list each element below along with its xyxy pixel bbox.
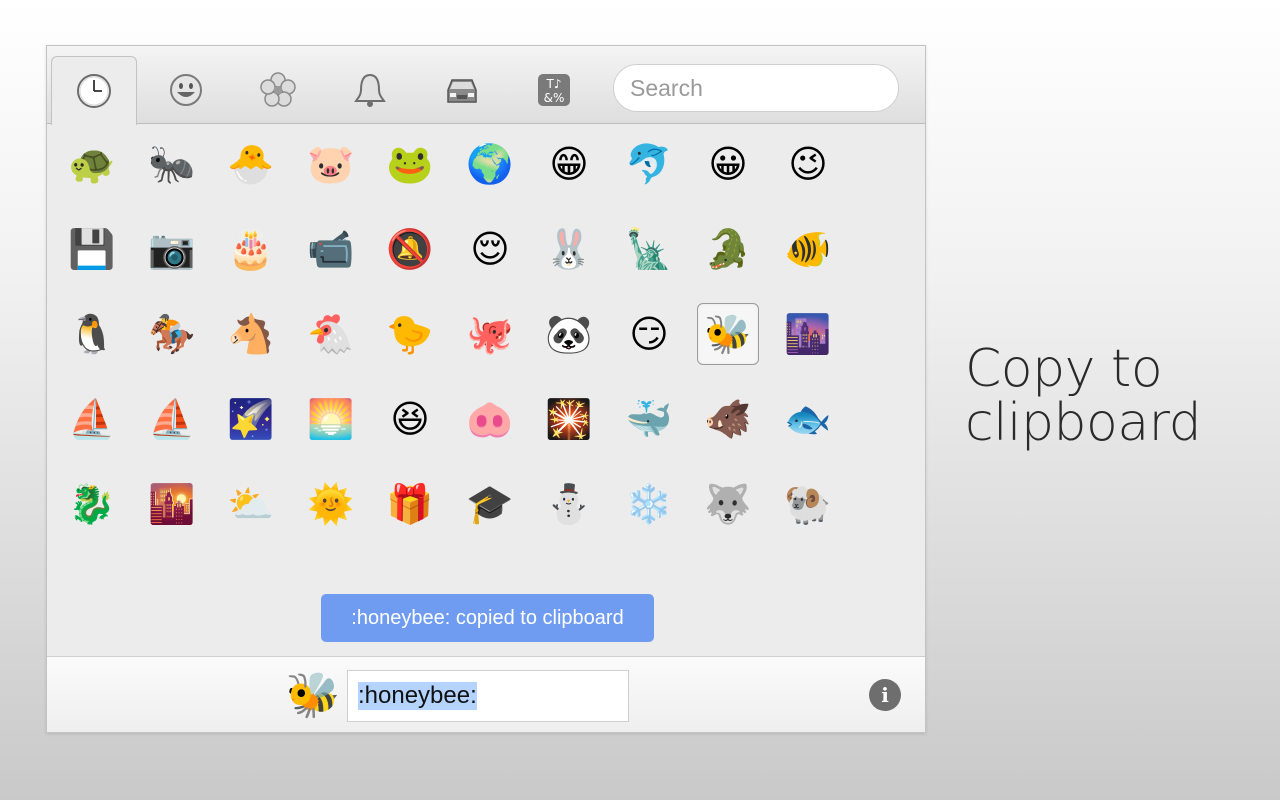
- emoji-cell[interactable]: 😆: [379, 388, 441, 450]
- emoji-cell[interactable]: 😏: [618, 303, 680, 365]
- emoji-cell[interactable]: 🎓: [459, 473, 521, 535]
- emoji-cell[interactable]: 😀: [697, 133, 759, 195]
- emoji-cell[interactable]: 😁: [538, 133, 600, 195]
- tab-objects[interactable]: [327, 56, 413, 124]
- emoji-cell[interactable]: 🐤: [379, 303, 441, 365]
- emoji-cell[interactable]: 🌍: [459, 133, 521, 195]
- emoji-cell[interactable]: 🐣: [220, 133, 282, 195]
- emoji-picker-window: T♪ &% 🐢 🐜 🐣 🐷 🐸 🌍 😁 🐬 😀 😉 💾 📷 🎂 📹 🔕 😌 🐰 🗽 🐊 🐠 🐧 🏇 🐴 🐔 🐤 🐙 🐼 😏 🐝 🌆 ⛵ ⛵ 🌠 🌅…: [46, 45, 926, 733]
- caption-line-2: clipboard: [965, 393, 1202, 453]
- emoji-cell[interactable]: 🐳: [618, 388, 680, 450]
- emoji-cell[interactable]: 🐏: [777, 473, 839, 535]
- symbols-icon: T♪ &%: [538, 74, 570, 106]
- emoji-cell[interactable]: 🐝: [697, 303, 759, 365]
- emoji-cell[interactable]: 😌: [459, 218, 521, 280]
- emoji-cell[interactable]: ⛅: [220, 473, 282, 535]
- emoji-grid: 🐢 🐜 🐣 🐷 🐸 🌍 😁 🐬 😀 😉 💾 📷 🎂 📹 🔕 😌 🐰 🗽 🐊 🐠 🐧 🏇 🐴 🐔 🐤 🐙 🐼 😏 🐝 🌆 ⛵ ⛵ 🌠 🌅 😆 🐽 🎇 🐳 🐗 🐟…: [47, 124, 925, 656]
- category-tab-bar: T♪ &%: [47, 46, 925, 125]
- emoji-cell[interactable]: ⛄: [538, 473, 600, 535]
- emoji-cell[interactable]: 🐔: [300, 303, 362, 365]
- car-icon: [447, 79, 477, 103]
- emoji-cell[interactable]: 🌆: [777, 303, 839, 365]
- emoji-cell[interactable]: 🎇: [538, 388, 600, 450]
- emoji-cell[interactable]: 🐽: [459, 388, 521, 450]
- emoji-cell[interactable]: 🌠: [220, 388, 282, 450]
- symbols-icon-bottom: &%: [544, 91, 565, 105]
- emoji-cell[interactable]: 🐢: [61, 133, 123, 195]
- emoji-cell[interactable]: 🐟: [777, 388, 839, 450]
- emoji-cell[interactable]: 😉: [777, 133, 839, 195]
- emoji-cell[interactable]: ⛵: [61, 388, 123, 450]
- emoji-cell[interactable]: 🐬: [618, 133, 680, 195]
- emoji-cell[interactable]: 🐸: [379, 133, 441, 195]
- smiley-icon: [170, 74, 202, 106]
- emoji-cell[interactable]: 🐺: [697, 473, 759, 535]
- emoji-cell[interactable]: ❄️: [618, 473, 680, 535]
- bell-icon: [354, 73, 386, 107]
- symbols-icon-top: T♪: [546, 77, 562, 91]
- emoji-cell[interactable]: 💾: [61, 218, 123, 280]
- tab-places[interactable]: [419, 56, 505, 124]
- flower-icon: [260, 72, 296, 107]
- emoji-cell[interactable]: 🐴: [220, 303, 282, 365]
- tab-people[interactable]: [143, 56, 229, 124]
- tab-symbols[interactable]: T♪ &%: [511, 56, 597, 124]
- caption-line-1: Copy to: [965, 339, 1163, 399]
- emoji-cell[interactable]: 🐠: [777, 218, 839, 280]
- tab-nature[interactable]: [235, 56, 321, 124]
- emoji-cell[interactable]: 📷: [141, 218, 203, 280]
- emoji-cell[interactable]: 🐧: [61, 303, 123, 365]
- emoji-cell[interactable]: 🐗: [697, 388, 759, 450]
- emoji-cell[interactable]: 🔕: [379, 218, 441, 280]
- emoji-cell[interactable]: 🎂: [220, 218, 282, 280]
- tab-recent[interactable]: [51, 56, 137, 125]
- emoji-cell[interactable]: 🐉: [61, 473, 123, 535]
- footer-bar: 🐝 :honeybee: i: [47, 656, 925, 732]
- emoji-cell[interactable]: 🐜: [141, 133, 203, 195]
- emoji-cell[interactable]: 🐙: [459, 303, 521, 365]
- emoji-cell[interactable]: 🌅: [300, 388, 362, 450]
- emoji-code-field[interactable]: :honeybee:: [347, 670, 629, 722]
- emoji-cell[interactable]: 🎁: [379, 473, 441, 535]
- clock-icon: [77, 74, 111, 108]
- copied-toast: :honeybee: copied to clipboard: [321, 594, 654, 642]
- emoji-cell[interactable]: 🐊: [697, 218, 759, 280]
- emoji-code-text: :honeybee:: [358, 682, 477, 710]
- emoji-cell[interactable]: 🐷: [300, 133, 362, 195]
- emoji-cell[interactable]: ⛵: [141, 388, 203, 450]
- emoji-cell[interactable]: 🏇: [141, 303, 203, 365]
- info-icon[interactable]: i: [869, 679, 901, 711]
- emoji-cell[interactable]: 🌇: [141, 473, 203, 535]
- emoji-cell[interactable]: 📹: [300, 218, 362, 280]
- search-input[interactable]: [613, 64, 899, 112]
- emoji-cell[interactable]: 🐼: [538, 303, 600, 365]
- emoji-cell[interactable]: 🐰: [538, 218, 600, 280]
- emoji-cell[interactable]: 🗽: [618, 218, 680, 280]
- emoji-cell[interactable]: 🌞: [300, 473, 362, 535]
- selected-emoji-preview: 🐝: [285, 670, 341, 721]
- caption: Copy to clipboard: [965, 342, 1265, 450]
